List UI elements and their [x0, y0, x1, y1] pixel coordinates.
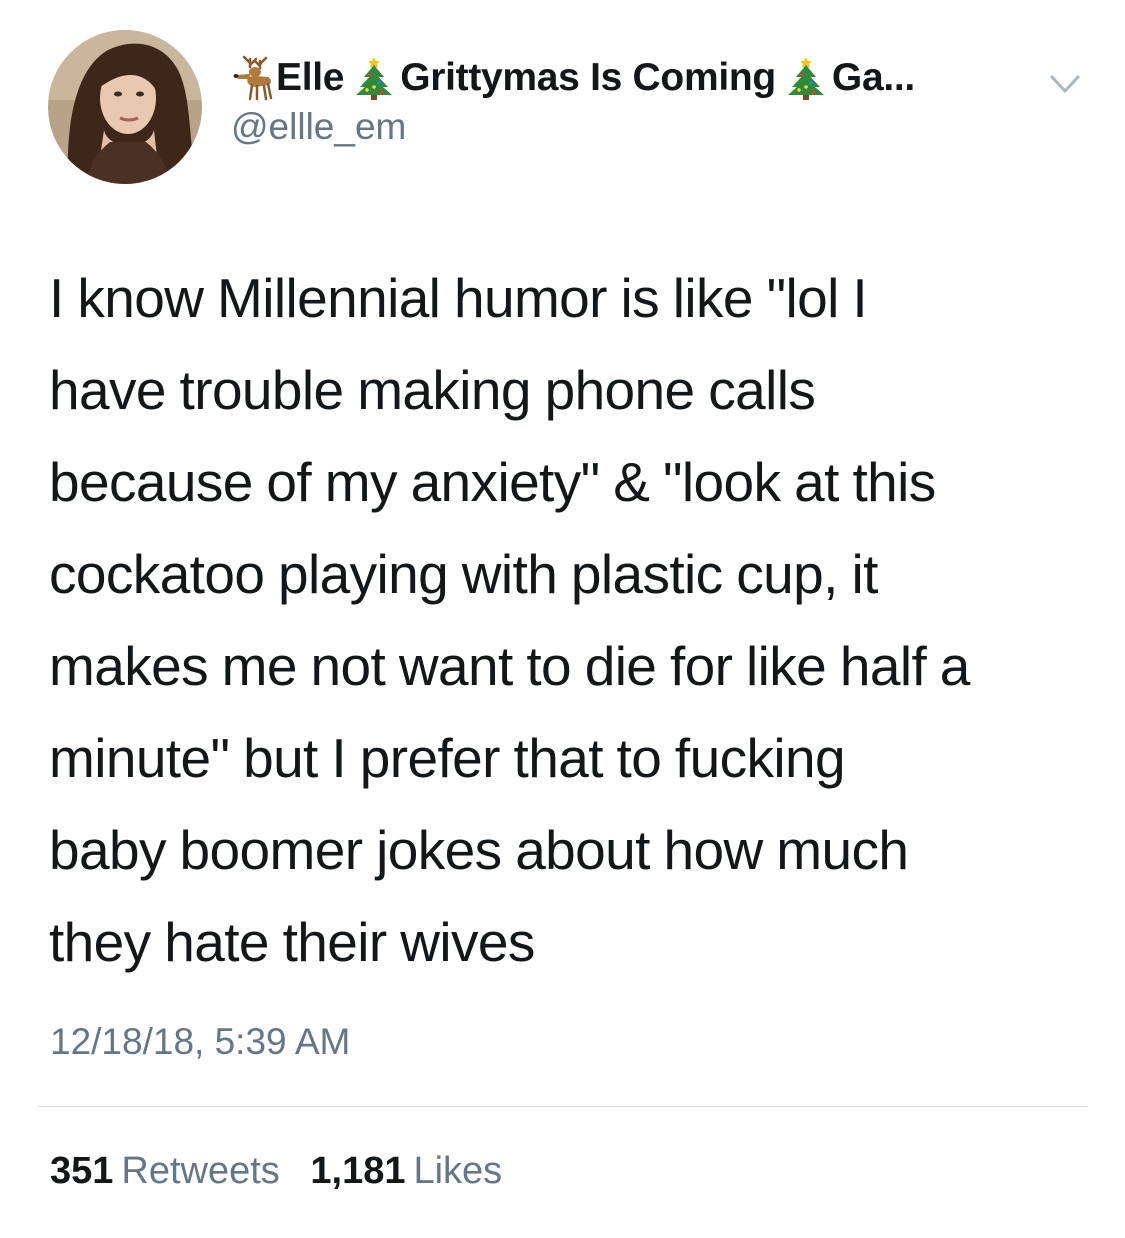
display-name-truncated: Ga... [831, 56, 915, 99]
tweet-line: makes me not want to die for like half a [49, 635, 970, 697]
tweet-line: have trouble making phone calls [49, 359, 816, 421]
tweet-line: because of my anxiety" & "look at this [49, 451, 936, 513]
likes-label: Likes [413, 1150, 503, 1192]
tweet-line: baby boomer jokes about how much [49, 819, 909, 881]
avatar[interactable] [48, 30, 202, 184]
likes-count: 1,181 [310, 1150, 406, 1192]
deer-icon [230, 55, 274, 101]
tweet-stats: 351 Retweets 1,181 Likes [50, 1150, 522, 1193]
tweet-line: they hate their wives [49, 911, 535, 973]
retweets-stat[interactable]: 351 Retweets [50, 1150, 280, 1193]
tweet-timestamp[interactable]: 12/18/18, 5:39 AM [50, 1021, 350, 1063]
chevron-down-icon[interactable] [1047, 70, 1083, 98]
christmas-tree-icon [784, 55, 828, 101]
tweet-line: cockatoo playing with plastic cup, it [49, 543, 878, 605]
retweets-count: 351 [50, 1150, 114, 1192]
tweet-text: I know Millennial humor is like "lol I h… [49, 252, 1099, 988]
retweets-label: Retweets [121, 1150, 280, 1192]
divider [38, 1106, 1088, 1107]
tweet-line: I know Millennial humor is like "lol I [49, 267, 868, 329]
likes-stat[interactable]: 1,181 Likes [310, 1150, 502, 1193]
user-handle[interactable]: @ellle_em [231, 106, 406, 148]
display-name-middle: Grittymas Is Coming [400, 56, 776, 99]
christmas-tree-icon [352, 55, 396, 101]
avatar-photo [48, 30, 202, 184]
display-name-first: Elle [276, 56, 345, 99]
display-name[interactable]: Elle Grittymas Is Coming Ga... [230, 52, 915, 104]
tweet-line: minute" but I prefer that to fucking [49, 727, 846, 789]
